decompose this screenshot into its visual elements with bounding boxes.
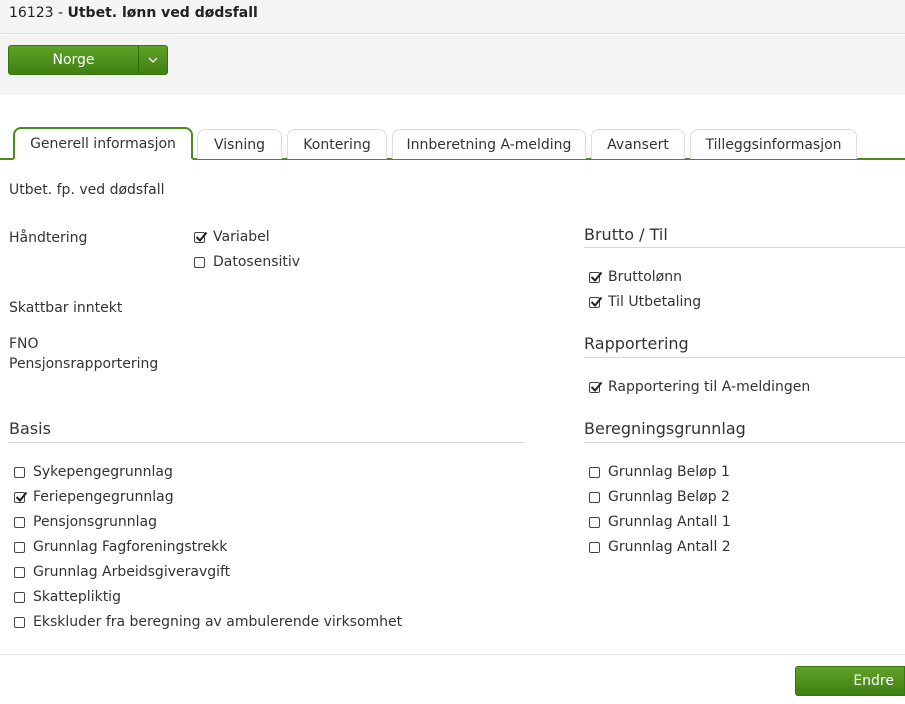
checkbox-label: Grunnlag Fagforeningstrekk [33, 539, 228, 555]
title-bar: 16123 - Utbet. lønn ved dødsfall [0, 0, 905, 34]
checkbox-label: Feriepengegrunnlag [33, 489, 174, 505]
checkbox-box [589, 491, 600, 503]
rapportering-heading: Rapportering [584, 334, 689, 353]
checkbox-box [589, 296, 603, 308]
checkmark-icon [15, 491, 28, 502]
checkbox-box [14, 466, 25, 478]
record-code: 16123 [9, 5, 54, 21]
page-title: 16123 - Utbet. lønn ved dødsfall [9, 5, 258, 21]
checkbox-label: Sykepengegrunnlag [33, 464, 173, 480]
checkbox-label: Grunnlag Beløp 2 [608, 489, 730, 505]
toolbar: Norge [0, 35, 905, 95]
checkbox-grunnlag-fagforeningstrekk[interactable]: Grunnlag Fagforeningstrekk [14, 538, 227, 556]
checkbox-box [14, 541, 25, 553]
checkbox-box [589, 381, 603, 393]
checkbox-rapportering-a-meldingen[interactable]: Rapportering til A-meldingen [589, 378, 810, 396]
checkbox-datosensitiv[interactable]: Datosensitiv [194, 253, 300, 271]
basis-divider [9, 442, 524, 443]
checkbox-label: Grunnlag Antall 1 [608, 514, 731, 530]
checkbox-sykepengegrunnlag[interactable]: Sykepengegrunnlag [14, 463, 173, 481]
checkbox-label: Grunnlag Beløp 1 [608, 464, 730, 480]
rapportering-divider [584, 357, 905, 358]
checkbox-label: Rapportering til A-meldingen [608, 379, 811, 395]
country-split-button: Norge [8, 45, 168, 75]
tab-avansert[interactable]: Avansert [591, 129, 685, 159]
checkbox-ekskluder-ambulerende[interactable]: Ekskluder fra beregning av ambulerende v… [14, 613, 402, 631]
checkbox-label: Variabel [213, 229, 270, 245]
tab-tilleggsinformasjon[interactable]: Tilleggsinformasjon [690, 129, 857, 159]
pensjonsrapportering-label: Pensjonsrapportering [9, 356, 159, 372]
checkbox-grunnlag-belop-2[interactable]: Grunnlag Beløp 2 [589, 488, 730, 506]
checkbox-grunnlag-antall-1[interactable]: Grunnlag Antall 1 [589, 513, 731, 531]
basis-heading: Basis [9, 419, 51, 438]
checkbox-pensjonsgrunnlag[interactable]: Pensjonsgrunnlag [14, 513, 157, 531]
checkbox-box [14, 491, 28, 503]
tab-kontering[interactable]: Kontering [287, 129, 387, 159]
checkbox-skattepliktig[interactable]: Skattepliktig [14, 588, 121, 606]
checkbox-label: Pensjonsgrunnlag [33, 514, 157, 530]
checkbox-grunnlag-arbeidsgiveravgift[interactable]: Grunnlag Arbeidsgiveravgift [14, 563, 230, 581]
tab-bar: Generell informasjon Visning Kontering I… [0, 127, 905, 160]
tab-generell-informasjon[interactable]: Generell informasjon [13, 127, 193, 160]
checkbox-label: Ekskluder fra beregning av ambulerende v… [33, 614, 403, 630]
checkbox-label: Bruttolønn [608, 269, 682, 285]
checkbox-box [14, 591, 25, 603]
tab-innberetning-a-melding[interactable]: Innberetning A-melding [392, 129, 586, 159]
beregningsgrunnlag-heading: Beregningsgrunnlag [584, 419, 746, 438]
brutto-til-heading: Brutto / Til [584, 225, 668, 244]
checkbox-label: Grunnlag Arbeidsgiveravgift [33, 564, 231, 580]
tab-visning[interactable]: Visning [197, 129, 282, 159]
checkbox-box [14, 566, 25, 578]
checkmark-icon [195, 231, 208, 242]
checkbox-bruttolonn[interactable]: Bruttolønn [589, 268, 682, 286]
country-dropdown-toggle[interactable] [139, 46, 167, 74]
handtering-label: Håndtering [9, 230, 88, 246]
checkbox-variabel[interactable]: Variabel [194, 228, 270, 246]
beregningsgrunnlag-divider [584, 442, 905, 443]
checkmark-icon [590, 381, 603, 392]
checkmark-icon [590, 271, 603, 282]
fno-label: FNO [9, 336, 39, 352]
checkbox-box [194, 256, 205, 268]
checkbox-label: Datosensitiv [213, 254, 301, 270]
skattbar-inntekt-label: Skattbar inntekt [9, 300, 123, 316]
checkbox-box [589, 271, 603, 283]
checkbox-til-utbetaling[interactable]: Til Utbetaling [589, 293, 701, 311]
checkbox-grunnlag-antall-2[interactable]: Grunnlag Antall 2 [589, 538, 731, 556]
checkbox-box [589, 516, 600, 528]
checkbox-grunnlag-belop-1[interactable]: Grunnlag Beløp 1 [589, 463, 730, 481]
checkbox-feriepengegrunnlag[interactable]: Feriepengegrunnlag [14, 488, 174, 506]
checkbox-box [589, 466, 600, 478]
edit-button[interactable]: Endre [795, 666, 905, 696]
description-text: Utbet. fp. ved dødsfall [9, 182, 165, 198]
checkbox-box [14, 516, 25, 528]
title-separator: - [53, 5, 68, 21]
checkbox-box [194, 231, 208, 243]
checkmark-icon [590, 296, 603, 307]
record-title: Utbet. lønn ved dødsfall [67, 5, 258, 21]
checkbox-label: Grunnlag Antall 2 [608, 539, 731, 555]
footer-divider [0, 654, 905, 655]
country-button[interactable]: Norge [9, 46, 138, 74]
checkbox-label: Skattepliktig [33, 589, 121, 605]
chevron-down-icon [148, 57, 158, 63]
brutto-til-divider [584, 247, 905, 248]
checkbox-box [589, 541, 600, 553]
checkbox-box [14, 616, 25, 628]
checkbox-label: Til Utbetaling [608, 294, 702, 310]
